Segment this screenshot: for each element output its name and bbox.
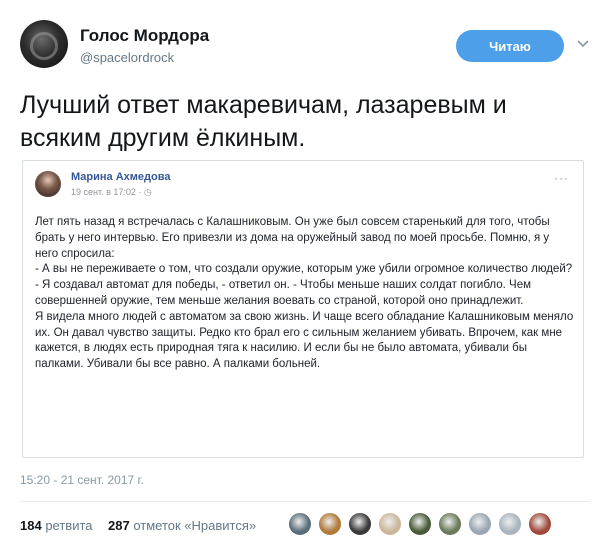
quoted-author-name[interactable]: Марина Ахмедова — [71, 171, 170, 183]
likes-label: отметок «Нравится» — [133, 518, 257, 533]
liker-avatar[interactable] — [438, 512, 462, 536]
follow-button[interactable]: Читаю — [456, 30, 564, 62]
quoted-paragraph: - А вы не переживаете о том, что создали… — [35, 263, 573, 276]
quoted-post-body: Лет пять назад я встречалась с Калашнико… — [35, 215, 575, 373]
retweets-stat[interactable]: 184 ретвита — [20, 518, 93, 533]
likes-count: 287 — [108, 518, 130, 533]
more-options-icon[interactable]: ··· — [554, 171, 569, 185]
liker-avatar[interactable] — [288, 512, 312, 536]
quoted-paragraph: - Я создавал автомат для победы, - ответ… — [35, 279, 531, 307]
retweets-label: ретвита — [45, 518, 93, 533]
quoted-paragraph: Лет пять назад я встречалась с Калашнико… — [35, 216, 550, 260]
divider — [20, 501, 590, 502]
likes-stat[interactable]: 287 отметок «Нравится» — [108, 518, 256, 533]
tweet-text: Лучший ответ макаревичам, лазаревым и вс… — [20, 91, 507, 152]
tweet-header: Голос Мордора @spacelordrock Читаю — [20, 20, 590, 68]
liker-avatar[interactable] — [378, 512, 402, 536]
quoted-post-meta: 19 сент. в 17:02 · ◷ — [71, 187, 152, 197]
quoted-post[interactable]: Марина Ахмедова 19 сент. в 17:02 · ◷ ···… — [22, 160, 584, 458]
user-handle[interactable]: @spacelordrock — [80, 50, 174, 65]
quoted-paragraph: Я видела много людей с автоматом за свою… — [35, 310, 574, 371]
quoted-author-avatar[interactable] — [35, 171, 61, 197]
retweets-count: 184 — [20, 518, 42, 533]
user-name[interactable]: Голос Мордора — [80, 26, 209, 46]
chevron-down-icon[interactable] — [576, 36, 590, 50]
tweet-stats: 184 ретвита 287 отметок «Нравится» — [20, 512, 590, 538]
liker-avatar[interactable] — [468, 512, 492, 536]
tweet-timestamp[interactable]: 15:20 - 21 сент. 2017 г. — [20, 473, 144, 487]
liker-avatar[interactable] — [498, 512, 522, 536]
liker-avatar[interactable] — [348, 512, 372, 536]
liker-avatar[interactable] — [408, 512, 432, 536]
user-avatar[interactable] — [20, 20, 68, 68]
liker-avatar[interactable] — [318, 512, 342, 536]
liker-avatar[interactable] — [528, 512, 552, 536]
